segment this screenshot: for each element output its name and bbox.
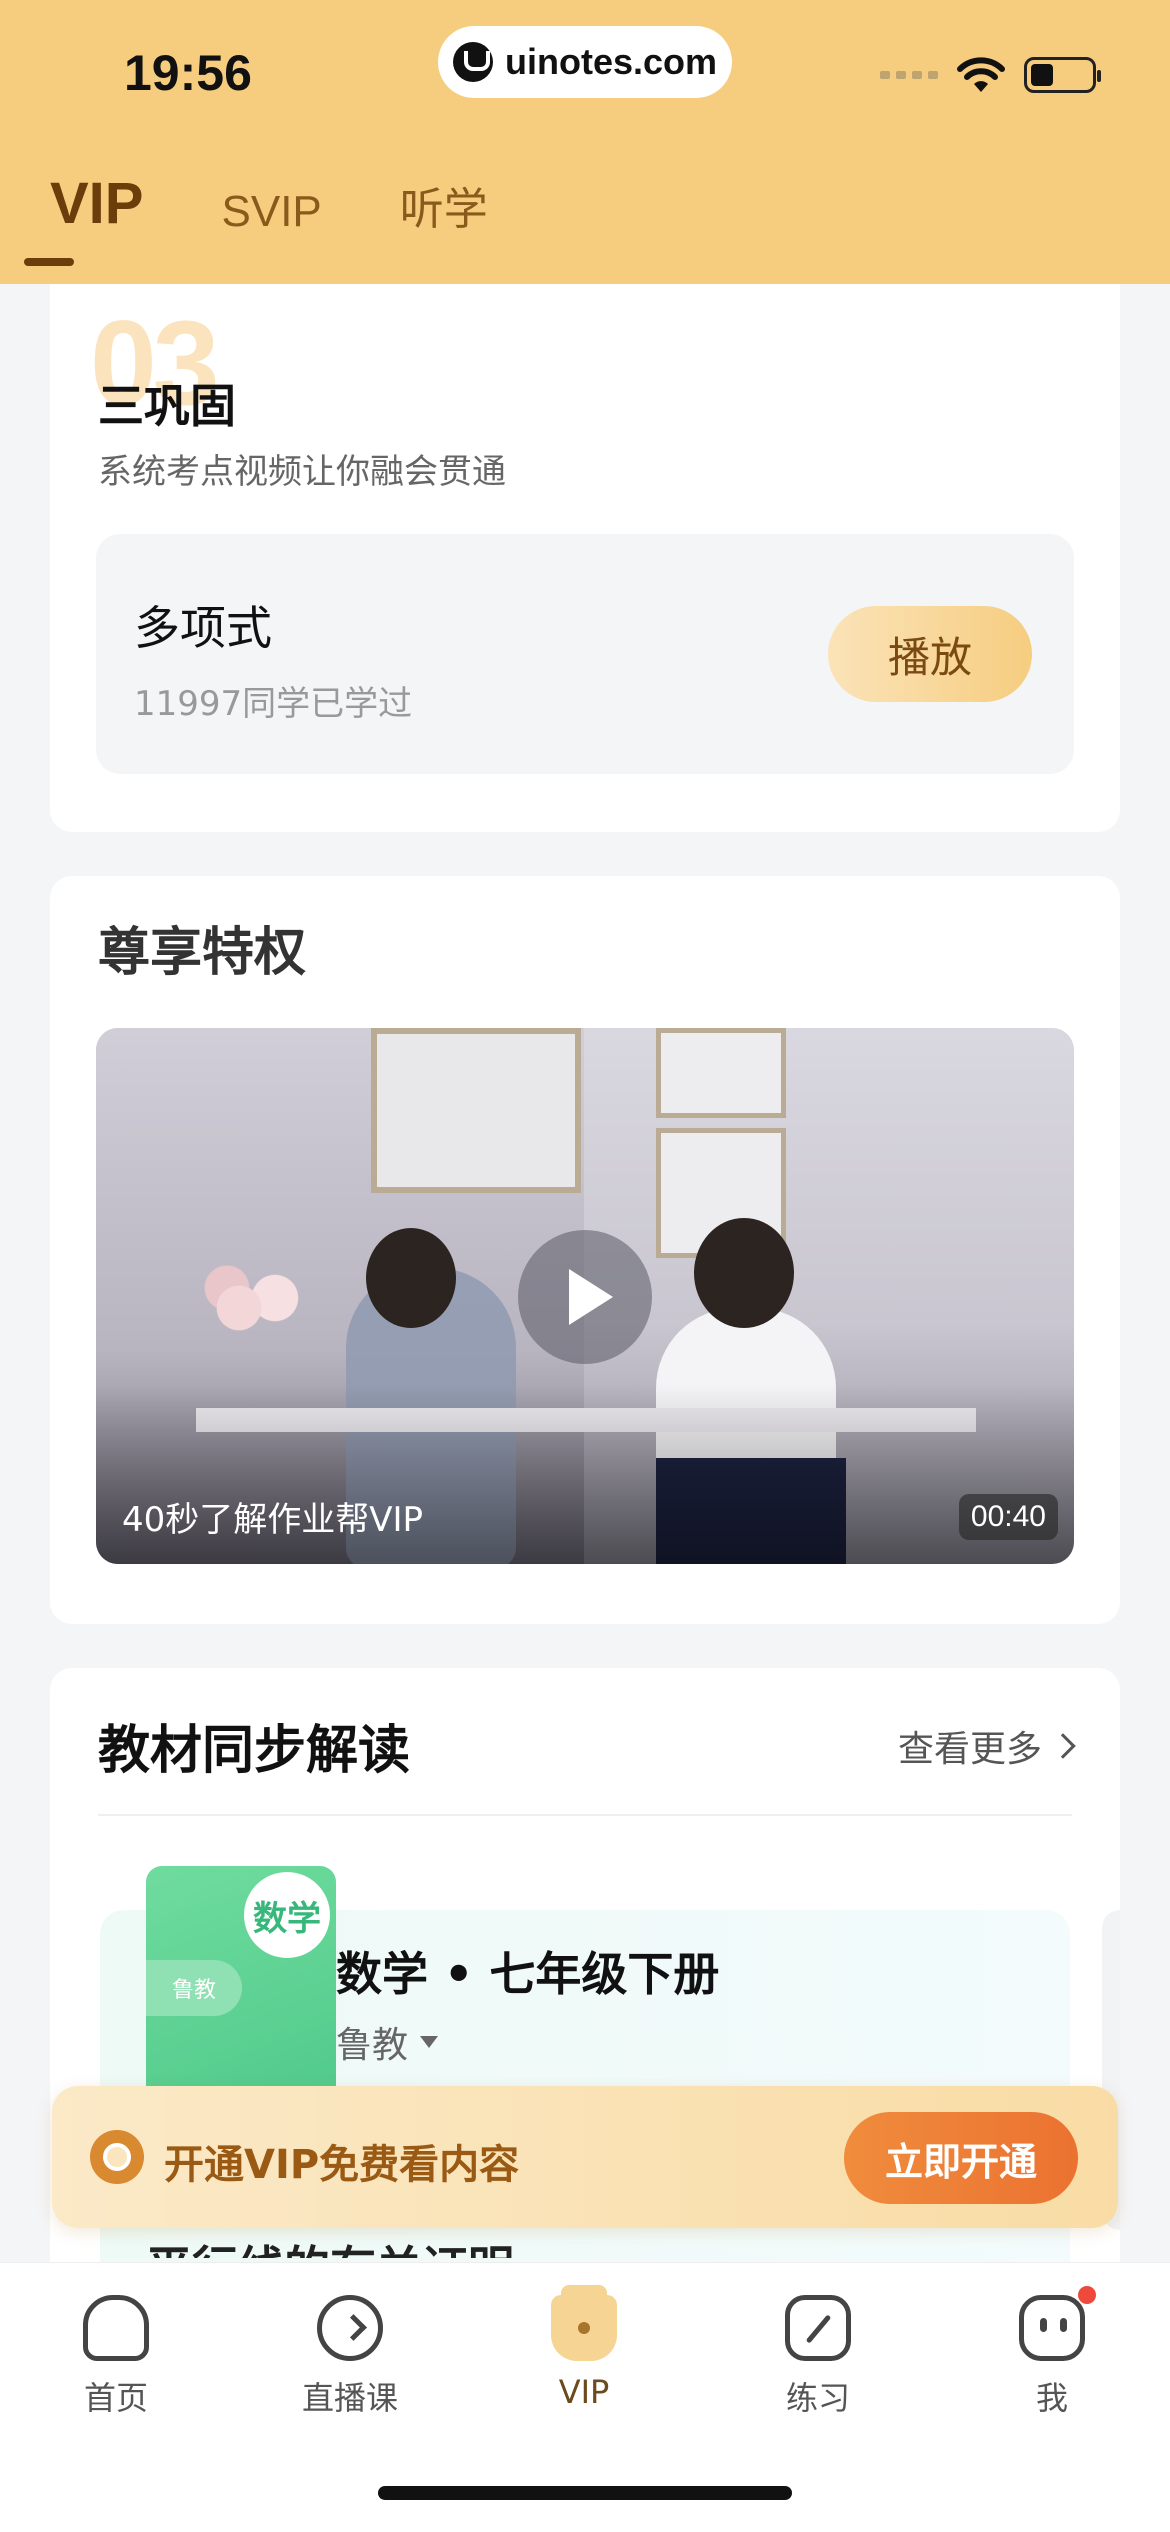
battery-icon [1024,57,1101,93]
nav-label: 首页 [83,2379,148,2417]
divider [98,1814,1072,1816]
see-more-link[interactable]: 查看更多 [897,1720,1076,1772]
signal-icon [880,71,938,79]
intro-video[interactable]: 40秒了解作业帮VIP 00:40 [96,1028,1074,1564]
tab-vip[interactable]: VIP [50,170,144,237]
vip-promo-banner[interactable]: 开通VIP免费看内容 立即开通 [52,2086,1118,2228]
home-icon [83,2295,149,2361]
profile-icon [1019,2286,1096,2361]
lesson-title: 多项式 [134,601,272,655]
active-tab-indicator [24,258,74,266]
video-caption: 40秒了解作业帮VIP [122,1500,424,1540]
publisher-badge: 鲁教 [146,1960,242,2016]
publisher-selector[interactable]: 鲁教 [336,2016,439,2068]
step-card: 03 三巩固 系统考点视频让你融会贯通 多项式 11997同学已学过 播放 [50,284,1120,832]
wall-painting [371,1028,581,1193]
lesson-learner-count: 11997同学已学过 [134,684,413,724]
wifi-icon [957,57,1005,92]
textbook-title: 教材同步解读 [98,1721,411,1781]
play-button[interactable]: 播放 [828,606,1032,702]
url-text: uinotes.com [504,41,718,82]
book-title: 数学 • 七年级下册 [336,1947,720,2001]
site-logo-icon [452,42,493,82]
chapter-title[interactable]: 平行线的有关证明 [146,2232,514,2258]
tab-listen[interactable]: 听学 [400,173,488,237]
wall-painting [656,1028,786,1118]
nav-label: VIP [558,2373,610,2411]
url-pill[interactable]: uinotes.com [438,26,732,98]
practice-icon [785,2295,851,2361]
step-subtitle: 系统考点视频让你融会贯通 [98,452,506,492]
lesson-item[interactable]: 多项式 11997同学已学过 播放 [96,534,1074,774]
nav-live[interactable]: 直播课 [270,2295,430,2419]
vip-crown-icon [551,2285,617,2361]
chevron-right-icon [1050,1733,1076,1759]
video-duration: 00:40 [958,1494,1058,1540]
header: 19:56 uinotes.com VIP SVIP 听学 [0,0,1170,284]
vip-promo-text: 开通VIP免费看内容 [164,2142,520,2188]
see-more-label: 查看更多 [897,1729,1042,1770]
nav-me[interactable]: 我 [972,2286,1132,2419]
flower-vase [191,1258,311,1358]
home-indicator[interactable] [378,2486,792,2500]
vip-badge-icon [90,2130,144,2184]
publisher-label: 鲁教 [336,2025,409,2066]
tab-svip[interactable]: SVIP [222,187,322,237]
nav-label: 练习 [785,2379,850,2417]
nav-label: 我 [1035,2379,1068,2417]
book-cover[interactable]: 数学 鲁教 [146,1866,336,2116]
status-time: 19:56 [124,45,252,101]
privilege-title: 尊享特权 [98,923,307,983]
step-title: 三巩固 [98,379,236,433]
nav-vip[interactable]: VIP [504,2285,664,2411]
notification-dot [1078,2286,1096,2304]
tab-bar: VIP SVIP 听学 [50,170,488,237]
nav-home[interactable]: 首页 [36,2295,196,2419]
dropdown-arrow-icon [420,2036,439,2048]
open-vip-button[interactable]: 立即开通 [844,2112,1078,2204]
privilege-card: 尊享特权 40秒了解作业帮VIP 00:40 [50,876,1120,1624]
nav-label: 直播课 [301,2379,398,2417]
status-indicators [880,56,1101,94]
subject-badge: 数学 [244,1872,330,1958]
nav-practice[interactable]: 练习 [738,2295,898,2419]
video-play-icon[interactable] [518,1230,652,1364]
live-icon [317,2295,383,2361]
